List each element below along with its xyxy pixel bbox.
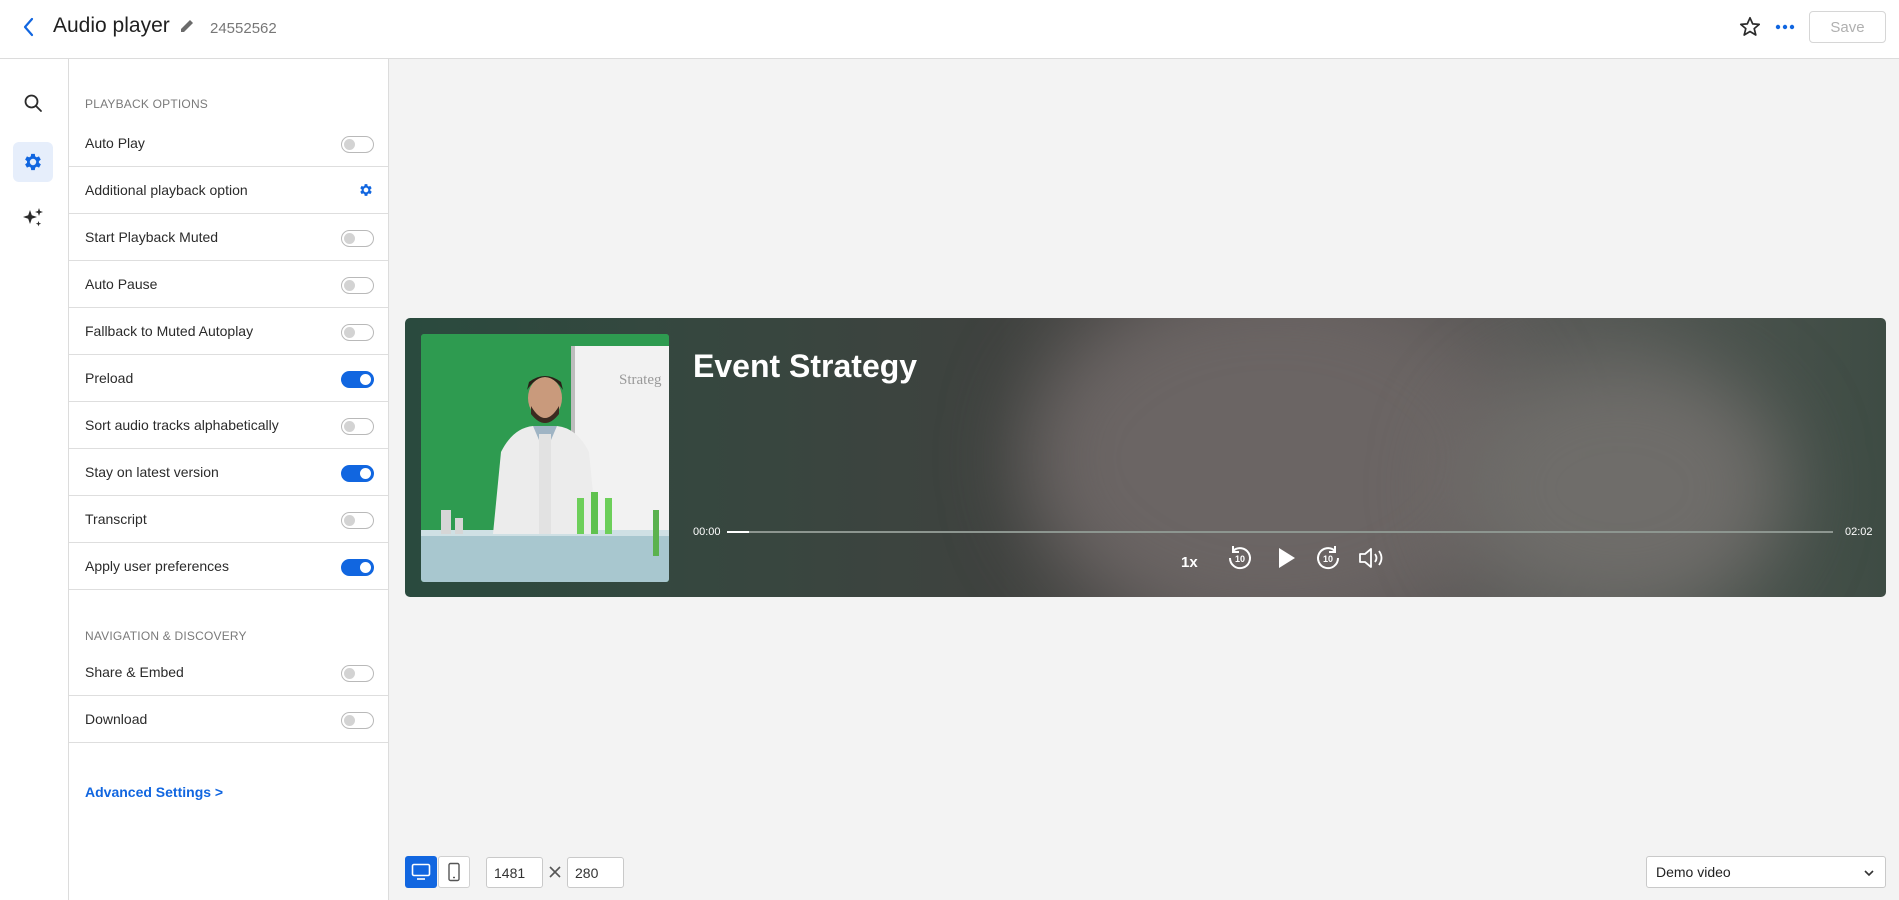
option-label: Share & Embed [85, 664, 184, 680]
forward-10-icon[interactable]: 10 [1313, 543, 1343, 573]
option-latest-version[interactable]: Stay on latest version [69, 449, 388, 496]
option-label: Sort audio tracks alphabetically [85, 417, 279, 433]
save-button[interactable]: Save [1809, 11, 1886, 43]
transcript-toggle[interactable] [341, 512, 374, 529]
player-id: 24552562 [210, 20, 277, 37]
preview-media-value: Demo video [1656, 864, 1731, 880]
gear-icon[interactable] [358, 182, 374, 198]
desktop-preview-button[interactable] [405, 856, 437, 888]
option-start-muted[interactable]: Start Playback Muted [69, 214, 388, 261]
option-label: Additional playback option [85, 182, 248, 198]
option-label: Auto Pause [85, 276, 158, 292]
option-fallback-muted[interactable]: Fallback to Muted Autoplay [69, 308, 388, 355]
search-icon [24, 94, 42, 112]
current-time: 00:00 [693, 526, 721, 538]
start-muted-toggle[interactable] [341, 230, 374, 247]
option-sort-tracks[interactable]: Sort audio tracks alphabetically [69, 402, 388, 449]
mobile-icon [448, 862, 460, 882]
page-title: Audio player [53, 14, 170, 37]
user-preferences-toggle[interactable] [341, 559, 374, 576]
rail-settings-button[interactable] [13, 142, 53, 182]
latest-version-toggle[interactable] [341, 465, 374, 482]
gear-icon [25, 153, 41, 171]
sort-tracks-toggle[interactable] [341, 418, 374, 435]
fallback-muted-toggle[interactable] [341, 324, 374, 341]
option-label: Auto Play [85, 135, 145, 151]
left-rail [0, 59, 69, 900]
sparkles-icon [23, 208, 43, 227]
option-label: Fallback to Muted Autoplay [85, 323, 254, 339]
option-label: Apply user preferences [85, 558, 229, 574]
track-title: Event Strategy [693, 348, 918, 384]
download-toggle[interactable] [341, 712, 374, 729]
option-auto-play[interactable]: Auto Play [69, 120, 388, 167]
chevron-down-icon [1864, 870, 1874, 877]
duration: 02:02 [1845, 526, 1873, 538]
share-embed-toggle[interactable] [341, 665, 374, 682]
option-additional-playback[interactable]: Additional playback option [69, 167, 388, 214]
rewind-10-icon[interactable]: 10 [1225, 543, 1255, 573]
times-icon [549, 866, 561, 878]
option-share-embed[interactable]: Share & Embed [69, 649, 388, 696]
rail-ai-button[interactable] [13, 198, 53, 238]
rail-search-button[interactable] [13, 83, 53, 123]
progress-bar[interactable] [727, 531, 1833, 533]
option-label: Preload [85, 370, 134, 386]
top-header: Audio player 24552562 Save [0, 0, 1899, 59]
rewind-label: 10 [1235, 554, 1245, 564]
presenter-image: Strateg [421, 334, 669, 582]
volume-icon[interactable] [1357, 545, 1387, 571]
play-icon[interactable] [1271, 544, 1299, 572]
width-input[interactable] [486, 857, 543, 888]
whiteboard-text: Strateg [619, 372, 662, 388]
option-transcript[interactable]: Transcript [69, 496, 388, 543]
settings-panel: PLAYBACK OPTIONS Auto Play Additional pl… [69, 59, 389, 900]
speed-button[interactable]: 1x [1181, 554, 1198, 571]
navigation-section-title: NAVIGATION & DISCOVERY [85, 629, 247, 643]
back-arrow-icon[interactable] [20, 16, 38, 38]
advanced-settings-link[interactable]: Advanced Settings > [85, 784, 223, 800]
forward-label: 10 [1323, 554, 1333, 564]
progress-fill [727, 531, 750, 533]
auto-play-toggle[interactable] [341, 136, 374, 153]
playback-section-title: PLAYBACK OPTIONS [85, 97, 209, 111]
audio-player-preview: Strateg Event Strategy 00:00 02:02 1x 10 [405, 318, 1886, 597]
pencil-icon[interactable] [178, 17, 196, 35]
option-download[interactable]: Download [69, 696, 388, 743]
option-label: Start Playback Muted [85, 229, 219, 245]
preview-media-select[interactable]: Demo video [1646, 856, 1886, 888]
background-blur [1455, 358, 1785, 597]
track-thumbnail: Strateg [421, 334, 669, 582]
option-label: Transcript [85, 511, 147, 527]
auto-pause-toggle[interactable] [341, 277, 374, 294]
option-preload[interactable]: Preload [69, 355, 388, 402]
option-label: Stay on latest version [85, 464, 219, 480]
height-input[interactable] [567, 857, 624, 888]
option-user-preferences[interactable]: Apply user preferences [69, 543, 388, 590]
option-label: Download [85, 711, 148, 727]
mobile-preview-button[interactable] [438, 856, 470, 888]
more-options-icon[interactable] [1774, 17, 1796, 37]
star-icon[interactable] [1738, 15, 1762, 39]
option-auto-pause[interactable]: Auto Pause [69, 261, 388, 308]
desktop-icon [411, 863, 431, 880]
preload-toggle[interactable] [341, 371, 374, 388]
